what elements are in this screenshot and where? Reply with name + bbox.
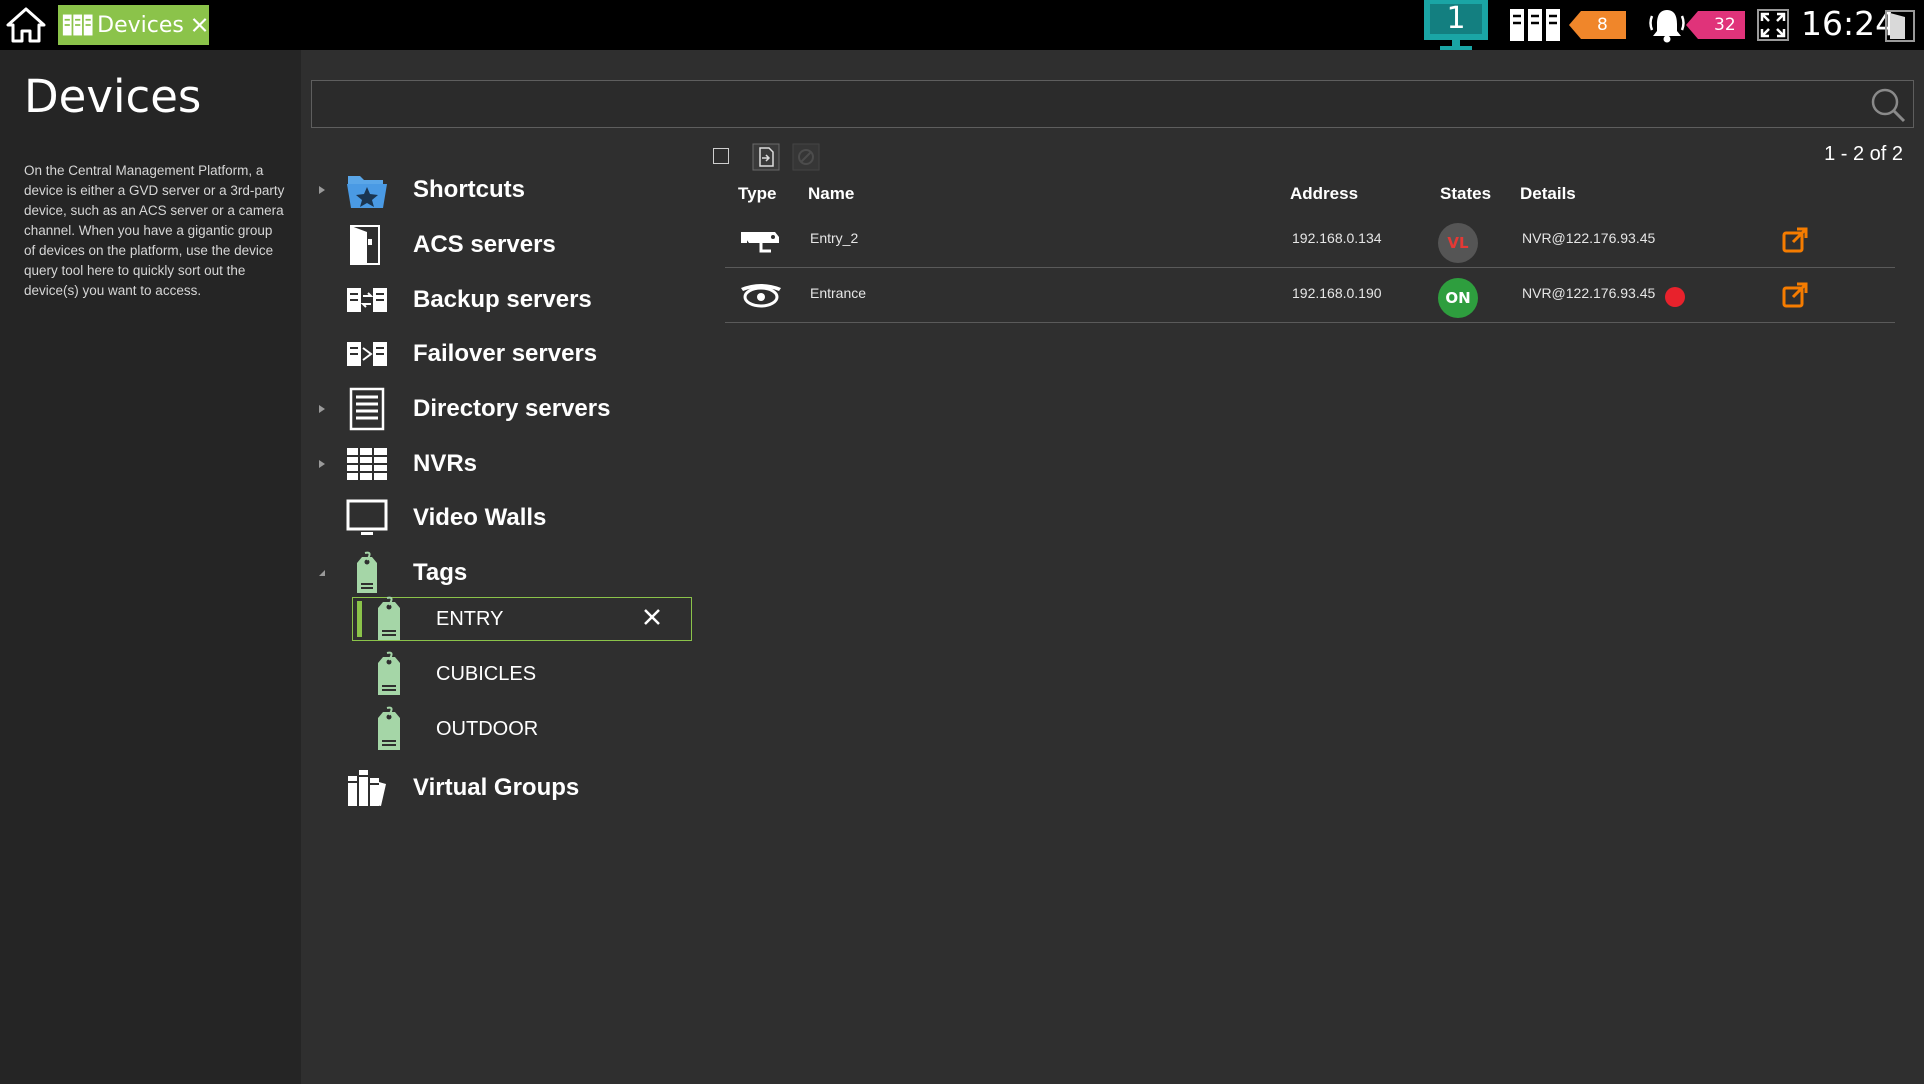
device-details: NVR@122.176.93.45 — [1522, 285, 1656, 301]
monitor-selector[interactable]: 1 — [1424, 0, 1488, 50]
monitor-icon — [346, 499, 388, 535]
tree-item-label: Shortcuts — [413, 176, 526, 203]
select-all-checkbox[interactable] — [713, 148, 729, 164]
pagination-info: 1 - 2 of 2 — [1824, 143, 1903, 165]
search-icon[interactable] — [1869, 86, 1907, 124]
expand-arrow-icon[interactable] — [317, 404, 327, 414]
tree-item-label: Failover servers — [413, 340, 598, 367]
nvr-icon — [347, 448, 387, 480]
alarm-bell-icon[interactable] — [1646, 6, 1688, 44]
tag-icon — [378, 706, 400, 750]
column-header-details[interactable]: Details — [1520, 184, 1576, 204]
page-title: Devices — [24, 70, 202, 123]
tag-icon — [378, 651, 400, 695]
devices-status-icon[interactable] — [1508, 7, 1562, 43]
failover-server-icon — [347, 342, 387, 366]
tag-icon — [378, 596, 400, 640]
collapse-arrow-icon[interactable] — [317, 568, 327, 578]
fullscreen-icon[interactable] — [1757, 9, 1789, 41]
dome-camera-icon — [741, 284, 781, 308]
devices-icon — [62, 14, 93, 36]
device-details: NVR@122.176.93.45 — [1522, 230, 1656, 246]
home-icon[interactable] — [6, 6, 46, 44]
open-external-icon[interactable] — [1781, 226, 1809, 254]
device-address: 192.168.0.190 — [1292, 285, 1382, 301]
alarm-badge[interactable]: 32 — [1686, 11, 1745, 39]
expand-arrow-icon[interactable] — [317, 185, 327, 195]
state-badge: ON — [1438, 278, 1478, 318]
column-header-states[interactable]: States — [1440, 184, 1491, 204]
export-icon[interactable] — [752, 143, 780, 171]
tree-item-label: NVRs — [413, 450, 478, 477]
alarm-count: 32 — [1714, 15, 1736, 35]
tree-item-label: ACS servers — [413, 231, 556, 258]
tab-label: Devices — [97, 12, 184, 38]
tab-devices[interactable]: Devices — [58, 5, 209, 45]
device-alert-badge[interactable]: 8 — [1569, 11, 1626, 39]
remove-tag-icon[interactable] — [640, 605, 664, 629]
device-alert-count: 8 — [1597, 15, 1608, 35]
expand-arrow-icon[interactable] — [317, 459, 327, 469]
close-icon[interactable] — [190, 14, 209, 36]
info-panel: Devices On the Central Management Platfo… — [0, 50, 301, 1084]
device-name: Entrance — [810, 285, 867, 301]
clock: 16:24 — [1801, 4, 1897, 43]
tag-icon — [357, 551, 377, 593]
tag-label: OUTDOOR — [436, 718, 539, 740]
column-header-name[interactable]: Name — [808, 184, 854, 204]
tree-item-label: Directory servers — [413, 395, 611, 422]
exit-icon[interactable] — [1885, 10, 1915, 42]
table-row[interactable]: Entry_2 192.168.0.134 VL NVR@122.176.93.… — [725, 213, 1895, 268]
column-header-address[interactable]: Address — [1290, 184, 1358, 204]
table-row[interactable]: Entrance 192.168.0.190 ON NVR@122.176.93… — [725, 268, 1895, 323]
virtual-groups-icon — [348, 770, 386, 806]
backup-server-icon — [347, 288, 387, 312]
tag-label: ENTRY — [436, 608, 504, 630]
tree-item-label: Tags — [413, 559, 468, 586]
disabled-action-icon[interactable] — [792, 143, 820, 171]
device-address: 192.168.0.134 — [1292, 230, 1382, 246]
monitor-number: 1 — [1446, 1, 1466, 36]
state-badge: VL — [1438, 223, 1478, 263]
column-header-type[interactable]: Type — [738, 184, 776, 204]
device-name: Entry_2 — [810, 230, 859, 246]
tag-label: CUBICLES — [436, 663, 537, 685]
top-bar: Devices 1 8 32 16:24 — [0, 0, 1924, 50]
directory-server-icon — [349, 387, 385, 431]
door-icon — [350, 225, 380, 265]
tree-item-label: Video Walls — [413, 504, 547, 531]
recording-indicator — [1665, 287, 1685, 307]
shortcuts-folder-star-icon — [347, 176, 387, 208]
open-external-icon[interactable] — [1781, 281, 1809, 309]
tree-item-label: Virtual Groups — [413, 774, 580, 801]
tree-item-label: Backup servers — [413, 286, 592, 313]
bullet-camera-icon — [741, 232, 779, 253]
page-description: On the Central Management Platform, a de… — [24, 163, 285, 298]
search-input[interactable] — [311, 80, 1914, 128]
